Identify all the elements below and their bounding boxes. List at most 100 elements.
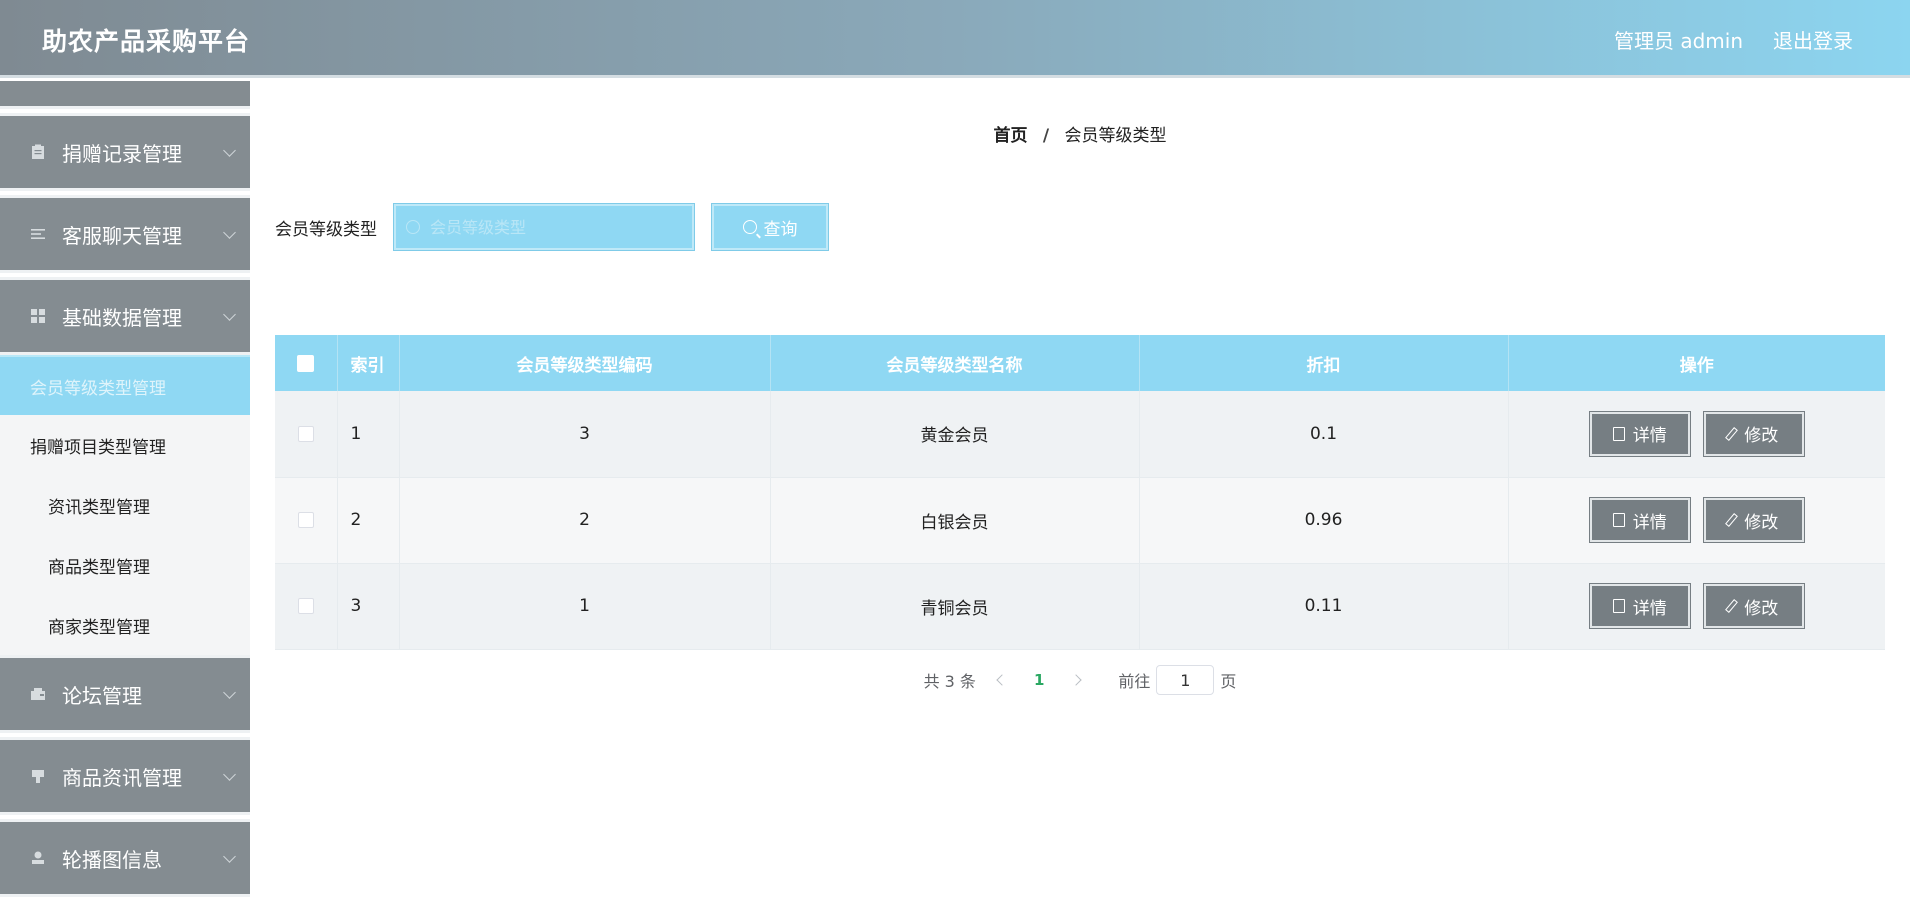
cell-index: 3 [337, 563, 400, 650]
chevron-down-icon [223, 144, 236, 157]
pagination-page-current[interactable]: 1 [1034, 671, 1044, 689]
row-select-cell [275, 477, 338, 564]
menu-group-label: 轮播图信息 [62, 847, 162, 872]
pagination-goto-prefix: 前往 [1118, 672, 1151, 691]
cell-discount: 0.1 [1139, 391, 1509, 478]
pin-icon [32, 770, 44, 783]
cell-actions: 详情 修改 [1508, 391, 1885, 478]
edit-button-label: 修改 [1744, 426, 1779, 447]
pagination: 共 3 条 1 前往 页 [250, 665, 1910, 695]
cell-actions: 详情 修改 [1508, 563, 1885, 650]
member-level-table: 索引 会员等级类型编码 会员等级类型名称 折扣 操作 1 3 黄金会员 0.1 … [275, 335, 1885, 650]
app-title: 助农产品采购平台 [42, 27, 251, 56]
cell-code: 3 [399, 391, 771, 478]
sidebar-item-news-types[interactable]: 资讯类型管理 [0, 475, 250, 535]
menu-group-label: 客服聊天管理 [62, 223, 182, 248]
edit-button[interactable]: 修改 [1702, 497, 1805, 543]
sidebar-item-member-level-types[interactable]: 会员等级类型管理 [0, 355, 250, 415]
cell-discount: 0.11 [1139, 563, 1509, 650]
chevron-down-icon [223, 226, 236, 239]
search-label: 会员等级类型 [275, 219, 377, 240]
column-header-actions: 操作 [1508, 335, 1885, 391]
menu-group-donation-records[interactable]: 捐赠记录管理 [0, 113, 250, 191]
query-button-label: 查询 [763, 219, 798, 240]
cell-name: 白银会员 [770, 477, 1140, 564]
menu-group-goods-news[interactable]: 商品资讯管理 [0, 737, 250, 815]
sidebar-top-strip [0, 81, 250, 109]
detail-button[interactable]: 详情 [1588, 583, 1691, 629]
pagination-goto-suffix: 页 [1220, 672, 1237, 691]
menu-group-carousel[interactable]: 轮播图信息 [0, 819, 250, 897]
detail-button[interactable]: 详情 [1588, 410, 1691, 457]
wallet-icon [31, 688, 45, 700]
column-header-index: 索引 [337, 335, 400, 391]
table-row: 1 3 黄金会员 0.1 详情 修改 [275, 391, 1885, 478]
document-icon [1612, 513, 1625, 527]
breadcrumb: 首页 / 会员等级类型 [250, 121, 1910, 146]
select-all-cell [275, 335, 338, 391]
chevron-down-icon [223, 768, 236, 781]
menu-group-label: 捐赠记录管理 [62, 141, 182, 166]
detail-button[interactable]: 详情 [1588, 497, 1691, 543]
cell-name: 青铜会员 [770, 563, 1140, 650]
cell-discount: 0.96 [1139, 477, 1509, 564]
edit-button[interactable]: 修改 [1702, 410, 1805, 457]
chevron-down-icon [223, 850, 236, 863]
logout-link[interactable]: 退出登录 [1773, 25, 1853, 54]
list-icon [31, 229, 45, 239]
search-field[interactable] [393, 203, 695, 251]
breadcrumb-home[interactable]: 首页 [993, 126, 1027, 146]
pencil-icon [1725, 513, 1739, 527]
menu-group-label: 商品资讯管理 [62, 765, 182, 790]
chevron-right-icon[interactable] [1070, 674, 1083, 686]
menu-group-forum[interactable]: 论坛管理 [0, 655, 250, 733]
row-select-cell [275, 391, 338, 478]
table-header-row: 索引 会员等级类型编码 会员等级类型名称 折扣 操作 [275, 335, 1885, 391]
menu-group-customer-chat[interactable]: 客服聊天管理 [0, 195, 250, 273]
menu-group-label: 论坛管理 [62, 683, 142, 708]
sidebar-item-goods-types[interactable]: 商品类型管理 [0, 535, 250, 595]
row-checkbox[interactable] [297, 512, 314, 528]
chevron-down-icon [223, 686, 236, 699]
cell-actions: 详情 修改 [1508, 477, 1885, 564]
query-button[interactable]: 查询 [711, 203, 829, 251]
document-icon [1612, 426, 1625, 441]
edit-button[interactable]: 修改 [1702, 583, 1805, 629]
edit-button-label: 修改 [1744, 512, 1779, 533]
chevron-left-icon[interactable] [996, 674, 1008, 686]
cell-code: 1 [399, 563, 771, 650]
current-user-label[interactable]: 管理员 admin [1614, 25, 1743, 54]
sidebar-item-donation-project-types[interactable]: 捐赠项目类型管理 [0, 415, 250, 475]
table-row: 3 1 青铜会员 0.11 详情 修改 [275, 563, 1885, 650]
row-checkbox[interactable] [297, 598, 314, 614]
pagination-total: 共 3 条 [923, 672, 976, 691]
column-header-discount: 折扣 [1139, 335, 1509, 391]
pagination-goto-input[interactable] [1156, 665, 1215, 695]
document-icon [1612, 599, 1625, 613]
column-header-code: 会员等级类型编码 [399, 335, 771, 391]
table-row: 2 2 白银会员 0.96 详情 修改 [275, 477, 1885, 564]
edit-button-label: 修改 [1744, 598, 1779, 619]
sidebar-item-merchant-types[interactable]: 商家类型管理 [0, 595, 250, 655]
breadcrumb-separator: / [1042, 126, 1050, 146]
menu-group-base-data[interactable]: 基础数据管理 [0, 277, 250, 355]
base-data-submenu: 会员等级类型管理 捐赠项目类型管理 资讯类型管理 商品类型管理 商家类型管理 [0, 355, 250, 655]
stamp-icon [32, 851, 44, 864]
search-form: 会员等级类型 查询 [275, 203, 829, 251]
cell-name: 黄金会员 [770, 391, 1140, 478]
pencil-icon [1725, 599, 1739, 613]
header-actions: 管理员 admin 退出登录 [1614, 25, 1853, 54]
search-icon [406, 220, 420, 234]
search-input[interactable] [430, 217, 670, 237]
column-header-name: 会员等级类型名称 [770, 335, 1140, 391]
cell-index: 1 [337, 391, 400, 478]
main-content: 首页 / 会员等级类型 会员等级类型 查询 索引 会员等级类型编码 会员等级类型… [250, 81, 1910, 923]
select-all-checkbox[interactable] [297, 354, 315, 372]
cell-code: 2 [399, 477, 771, 564]
chevron-down-icon [223, 308, 236, 321]
row-select-cell [275, 563, 338, 650]
detail-button-label: 详情 [1632, 598, 1667, 619]
breadcrumb-current: 会员等级类型 [1064, 126, 1167, 146]
row-checkbox[interactable] [297, 425, 314, 442]
grid-icon [31, 309, 45, 323]
